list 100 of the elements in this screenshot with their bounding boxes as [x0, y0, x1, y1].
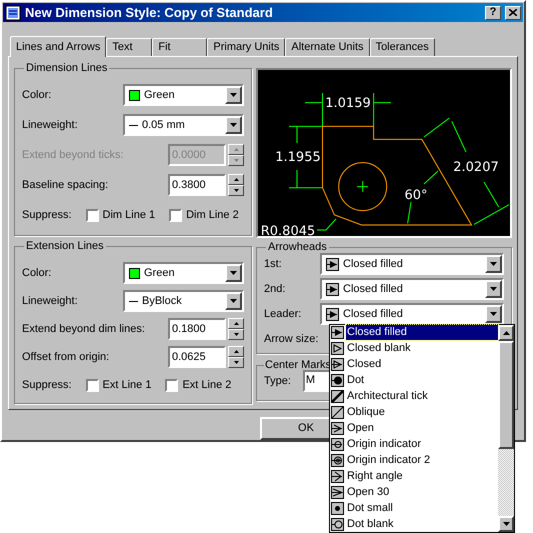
dropdown-arrow-button[interactable] — [225, 264, 242, 282]
up-caret-icon — [234, 178, 238, 182]
dropdown-field[interactable]: ByBlock — [123, 290, 244, 312]
checkbox[interactable] — [169, 208, 182, 222]
dropdown-option[interactable]: Dot — [330, 372, 498, 389]
field-label: Arrow size: — [264, 332, 318, 348]
dropdown-arrow-button[interactable] — [485, 305, 502, 324]
field-label: Leader: — [264, 307, 302, 322]
dropdown-arrow-button[interactable] — [225, 86, 242, 104]
spin-down-button[interactable] — [228, 155, 244, 166]
dropdown-value: Green — [144, 266, 175, 282]
close-icon — [509, 9, 517, 16]
checkbox[interactable] — [86, 378, 99, 392]
dropdown-arrow-button[interactable] — [485, 280, 502, 298]
option-label: Dot blank — [346, 516, 394, 532]
dropdown-arrow-button[interactable] — [485, 255, 502, 274]
dropdown-field[interactable]: Green — [123, 262, 244, 284]
dimension-label: R0.8045 — [260, 224, 316, 236]
dropdown-option[interactable]: Architectural tick — [330, 388, 498, 405]
checkbox[interactable] — [165, 378, 178, 392]
up-caret-icon — [234, 148, 238, 152]
scroll-up-button[interactable] — [498, 325, 514, 341]
checkbox[interactable] — [86, 208, 99, 222]
dimension-label: 1.0159 — [325, 96, 371, 111]
dropdown-field[interactable]: 0.05 mm — [123, 114, 244, 136]
dropdown-value: ByBlock — [142, 294, 182, 310]
down-caret-icon — [234, 189, 238, 192]
field-label: Offset from origin: — [22, 350, 110, 366]
option-label: Dot small — [346, 500, 394, 516]
option-label: Right angle — [346, 468, 404, 484]
spin-up-button[interactable] — [228, 174, 244, 186]
window-title: New Dimension Style: Copy of Standard — [25, 4, 274, 22]
dropdown-value: Closed filled — [343, 282, 403, 298]
caret-icon — [490, 312, 497, 316]
dropdown-option[interactable]: Dot small — [330, 500, 498, 516]
group-title: Arrowheads — [267, 240, 328, 255]
option-label: Closed — [346, 357, 382, 372]
tab[interactable]: Tolerances — [370, 38, 435, 56]
dropdown-value: 0.05 mm — [142, 118, 185, 134]
group-title: Dimension Lines — [25, 60, 108, 76]
checkbox-label: Dim Line 1 — [102, 208, 156, 224]
up-caret-icon — [234, 322, 238, 326]
dropdown-field[interactable]: Closed filled — [320, 303, 504, 326]
tab[interactable]: Alternate Units — [285, 38, 370, 56]
dropdown-arrow-button[interactable] — [225, 116, 242, 134]
tab[interactable]: Text — [106, 38, 152, 56]
number-field[interactable]: 0.1800 — [168, 318, 226, 340]
spin-up-button[interactable] — [228, 346, 244, 358]
caret-icon — [230, 123, 237, 128]
dropdown-option[interactable]: Dot blank — [330, 516, 498, 532]
field-label: Extend beyond dim lines: — [22, 322, 145, 338]
up-caret-icon — [502, 331, 510, 335]
down-caret-icon — [502, 522, 510, 526]
caret-icon — [490, 262, 497, 266]
scrollbar[interactable] — [498, 325, 514, 532]
field-label: Type: — [264, 374, 291, 390]
dimension-label: 60° — [404, 188, 428, 203]
spin-down-button[interactable] — [228, 357, 244, 368]
spin-up-button[interactable] — [228, 144, 244, 156]
dropdown-option[interactable]: Closed blank — [330, 340, 498, 357]
down-caret-icon — [234, 159, 238, 162]
scroll-thumb[interactable] — [498, 341, 514, 449]
dialog-icon — [5, 4, 21, 20]
field-label: Color: — [22, 266, 52, 282]
spin-down-button[interactable] — [228, 329, 244, 340]
dropdown-option[interactable]: Origin indicator 2 — [330, 452, 498, 468]
up-caret-icon — [234, 350, 238, 354]
down-caret-icon — [234, 361, 238, 364]
tab[interactable]: Primary Units — [207, 38, 286, 56]
dropdown-field[interactable]: Green — [123, 84, 244, 106]
dropdown-option[interactable]: Closed — [330, 356, 498, 373]
tab[interactable]: Lines and Arrows — [10, 36, 106, 57]
field-label: Lineweight: — [22, 294, 78, 310]
tab[interactable]: Fit — [152, 38, 208, 56]
dropdown-option[interactable]: Right angle — [330, 468, 498, 484]
number-field[interactable]: 0.0625 — [168, 346, 226, 368]
dropdown-arrow-button[interactable] — [225, 292, 242, 310]
dropdown-field[interactable]: Closed filled — [320, 253, 504, 276]
caret-icon — [490, 287, 497, 292]
scroll-down-button[interactable] — [498, 516, 514, 532]
number-field[interactable]: 0.3800 — [168, 174, 226, 196]
option-label: Architectural tick — [346, 389, 429, 404]
dropdown-value: Closed filled — [343, 257, 403, 272]
caret-icon — [230, 93, 237, 98]
dropdown-field[interactable]: Closed filled — [320, 278, 504, 300]
dropdown-option[interactable]: Open 30 — [330, 484, 498, 500]
field-label: Color: — [22, 88, 52, 104]
field-label: Suppress: — [22, 208, 72, 224]
field-label: Baseline spacing: — [22, 178, 108, 194]
checkbox-label: Ext Line 2 — [182, 378, 232, 394]
spin-down-button[interactable] — [228, 185, 244, 196]
dimension-label: 2.0207 — [453, 160, 499, 175]
spin-up-button[interactable] — [228, 318, 244, 330]
field-label: Extend beyond ticks: — [22, 148, 124, 164]
help-button[interactable]: ? — [485, 6, 501, 20]
close-button[interactable] — [505, 6, 521, 20]
field-label: 1st: — [264, 257, 282, 272]
field-label: 2nd: — [264, 282, 286, 298]
checkbox-label: Ext Line 1 — [102, 378, 152, 394]
option-label: Open 30 — [346, 484, 390, 500]
